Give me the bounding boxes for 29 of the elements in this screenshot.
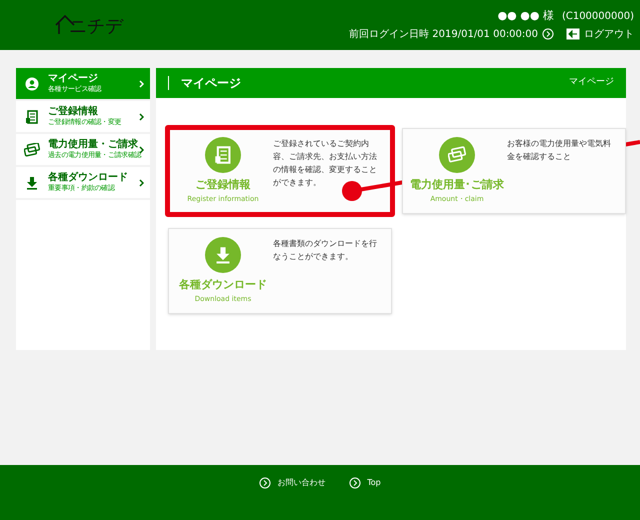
card-title: ご登録情報 (196, 177, 250, 193)
chevron-icon (139, 112, 144, 120)
chevron-icon (139, 178, 144, 186)
page-title: マイページ (181, 75, 241, 92)
logout-icon[interactable] (566, 28, 580, 40)
card-description: お客様の電力使用量や電気料金を確認すること (507, 138, 612, 163)
chevron-circle-icon[interactable] (542, 28, 554, 40)
footer-link[interactable]: お問い合わせ (259, 477, 326, 489)
chevron-icon (139, 80, 144, 88)
logout-link[interactable]: ログアウト (584, 26, 634, 42)
last-login-text: 前回ログイン日時 2019/01/01 00:00:00 (349, 28, 538, 42)
document-icon (214, 146, 232, 164)
user-icon (25, 76, 39, 90)
card-title: 各種ダウンロード (179, 277, 267, 293)
logo-text: ニチデ (69, 18, 123, 36)
chevron-circle-icon (349, 477, 362, 489)
cards-icon (24, 142, 40, 156)
card-title: 電力使用量･ご請求 (410, 177, 504, 193)
chevron-circle-icon (259, 477, 272, 489)
footer-link[interactable]: Top (349, 477, 381, 489)
card-description: ご登録されているご契約内容、ご請求先、お支払い方法の情報を確認、変更することができます。 (273, 138, 378, 189)
document-icon (25, 110, 39, 124)
cards-icon (448, 146, 466, 164)
customer-id: (C100000000) (562, 10, 634, 24)
card-description: 各種書類のダウンロードを行なうことができます。 (273, 238, 378, 263)
user-name: ●● ●● 様 (498, 8, 554, 24)
download-icon (25, 176, 39, 190)
download-icon (214, 246, 232, 264)
breadcrumb[interactable]: マイページ (569, 76, 614, 90)
